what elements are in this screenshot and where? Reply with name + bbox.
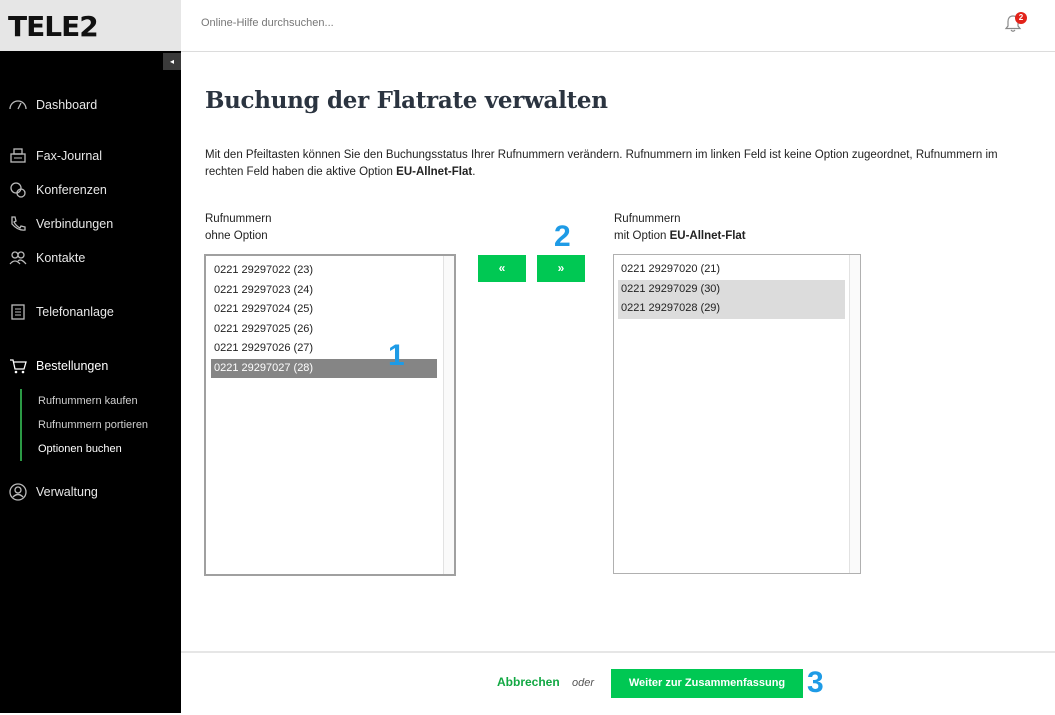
conference-icon: [8, 180, 28, 200]
top-bar: 2: [181, 0, 1055, 52]
subnav-item-optionen-buchen[interactable]: Optionen buchen: [38, 437, 148, 461]
right-list-label-line1: Rufnummern: [614, 213, 681, 225]
left-list-label-line1: Rufnummern: [205, 213, 272, 225]
description-text: Mit den Pfeiltasten können Sie den Buchu…: [205, 149, 998, 178]
step-marker-1: 1: [388, 339, 405, 372]
sidebar-item-telefonanlage[interactable]: Telefonanlage: [8, 301, 114, 323]
action-footer: Abbrechen oder Weiter zur Zusammenfassun…: [181, 651, 1055, 715]
sidebar-item-bestellungen[interactable]: Bestellungen: [8, 355, 108, 377]
pbx-icon: [8, 302, 28, 322]
help-search-input[interactable]: [201, 17, 701, 29]
notification-badge: 2: [1015, 12, 1027, 24]
fax-icon: [8, 146, 28, 166]
right-list-label-line2: mit Option EU-Allnet-Flat: [614, 228, 746, 245]
user-icon: [8, 482, 28, 502]
phone-number-option[interactable]: 0221 29297025 (26): [211, 320, 437, 340]
bestellungen-subnav: Rufnummern kaufen Rufnummern portieren O…: [20, 389, 148, 461]
sidebar-item-dashboard[interactable]: Dashboard: [8, 94, 97, 116]
right-list-scrollbar[interactable]: [849, 255, 860, 573]
numbers-with-option-list[interactable]: 0221 29297020 (21) 0221 29297029 (30) 0221…: [613, 254, 861, 574]
page-title: Buchung der Flatrate verwalten: [205, 87, 608, 114]
move-right-button[interactable]: »: [537, 255, 585, 282]
subnav-item-rufnummern-portieren[interactable]: Rufnummern portieren: [38, 413, 148, 437]
sidebar-item-label: Dashboard: [36, 98, 98, 112]
or-separator: oder: [572, 677, 595, 689]
step-marker-2: 2: [554, 220, 571, 253]
step-marker-3: 3: [807, 666, 824, 699]
sidebar-item-label: Verwaltung: [36, 485, 98, 499]
description-option-name: EU-Allnet-Flat: [396, 166, 473, 178]
continue-to-summary-button[interactable]: Weiter zur Zusammenfassung: [611, 669, 803, 698]
sidebar-item-label: Telefonanlage: [36, 305, 114, 319]
phone-number-option[interactable]: 0221 29297023 (24): [211, 281, 437, 301]
sidebar-item-kontakte[interactable]: Kontakte: [8, 247, 85, 269]
sidebar-item-fax-journal[interactable]: Fax-Journal: [8, 145, 102, 167]
collapse-sidebar-button[interactable]: ◂: [163, 53, 181, 70]
sidebar-item-label: Bestellungen: [36, 359, 109, 373]
phone-number-option[interactable]: 0221 29297024 (25): [211, 300, 437, 320]
sidebar-item-label: Verbindungen: [36, 217, 114, 231]
numbers-without-option-list[interactable]: 0221 29297022 (23) 0221 29297023 (24) 0221…: [204, 254, 456, 576]
move-left-button[interactable]: «: [478, 255, 526, 282]
cancel-link[interactable]: Abbrechen: [497, 675, 560, 689]
sidebar-item-label: Fax-Journal: [36, 149, 102, 163]
tele2-logo[interactable]: TELE2: [8, 10, 99, 43]
dashboard-icon: [8, 95, 28, 115]
phone-number-option[interactable]: 0221 29297029 (30): [618, 279, 845, 299]
left-list-label: Rufnummern ohne Option: [205, 211, 271, 245]
sidebar: ◂ Dashboard Fax-Journal Konferenzen Verb…: [0, 51, 181, 713]
main-content: Buchung der Flatrate verwalten Mit den P…: [181, 51, 1055, 651]
right-list-label: Rufnummern mit Option EU-Allnet-Flat: [614, 211, 746, 245]
cart-icon: [8, 356, 28, 376]
logo-area: TELE2: [0, 0, 181, 51]
right-list-label-option: EU-Allnet-Flat: [669, 230, 746, 242]
phone-icon: [8, 214, 28, 234]
sidebar-item-label: Kontakte: [36, 251, 86, 265]
page-description: Mit den Pfeiltasten können Sie den Buchu…: [205, 147, 1005, 181]
phone-number-option[interactable]: 0221 29297028 (29): [618, 299, 845, 319]
sidebar-item-label: Konferenzen: [36, 183, 107, 197]
left-list-scrollbar[interactable]: [443, 256, 454, 574]
right-list-label-prefix: mit Option: [614, 230, 670, 242]
notifications-button[interactable]: 2: [1003, 12, 1027, 36]
description-end: .: [472, 166, 476, 178]
phone-number-option[interactable]: 0221 29297020 (21): [618, 260, 845, 280]
sidebar-item-verwaltung[interactable]: Verwaltung: [8, 481, 98, 503]
contacts-icon: [8, 248, 28, 268]
sidebar-item-konferenzen[interactable]: Konferenzen: [8, 179, 107, 201]
left-list-label-line2: ohne Option: [205, 230, 268, 242]
right-list-options: 0221 29297020 (21) 0221 29297029 (30) 0221…: [618, 260, 845, 319]
subnav-item-rufnummern-kaufen[interactable]: Rufnummern kaufen: [38, 389, 148, 413]
phone-number-option[interactable]: 0221 29297022 (23): [211, 261, 437, 281]
sidebar-item-verbindungen[interactable]: Verbindungen: [8, 213, 113, 235]
